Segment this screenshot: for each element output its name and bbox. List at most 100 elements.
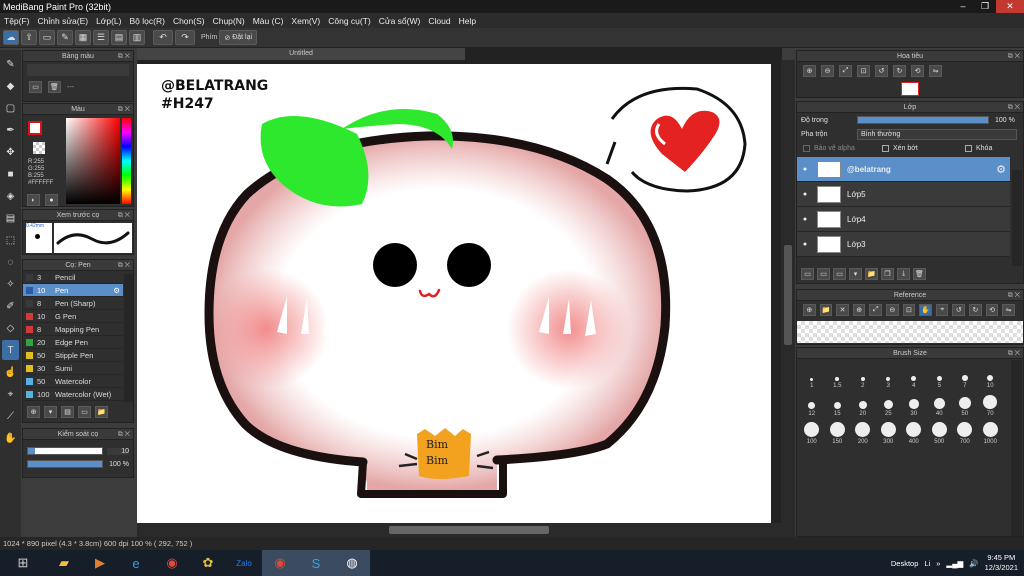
ref-flip-icon[interactable]: ⇋ — [1002, 304, 1015, 316]
gear-icon[interactable]: ⚙ — [113, 286, 120, 295]
clock[interactable]: 9:45 PM 12/3/2021 — [985, 553, 1018, 573]
bucket-tool-icon[interactable]: ◈ — [2, 186, 19, 206]
menu-tools[interactable]: Công cụ(T) — [324, 16, 375, 26]
internet-explorer-icon[interactable]: e — [118, 550, 154, 576]
menu-select[interactable]: Chọn(S) — [169, 16, 209, 26]
flip-icon[interactable]: ⇋ — [929, 65, 942, 77]
menu-capture[interactable]: Chụp(N) — [209, 16, 249, 26]
brush-scrollbar[interactable] — [124, 274, 133, 402]
brush-size-cell[interactable]: 1000 — [978, 421, 1004, 445]
brush-item[interactable]: 20 Edge Pen — [23, 336, 123, 349]
brush-menu-icon[interactable]: ▾ — [44, 406, 57, 418]
gear-icon[interactable]: ⚙ — [996, 163, 1006, 176]
ref-actual-size-icon[interactable]: ⊡ — [902, 304, 916, 316]
layout-icon[interactable]: ▥ — [129, 30, 145, 45]
delete-palette-icon[interactable]: 🗑 — [48, 81, 61, 93]
layer-menu-icon[interactable]: ▾ — [849, 268, 862, 280]
hscroll-thumb[interactable] — [389, 526, 549, 534]
ref-zoom-out-icon[interactable]: ⊖ — [886, 304, 899, 316]
zoom-in-icon[interactable]: ⊕ — [803, 65, 816, 77]
brush-size-cell[interactable]: 100 — [799, 421, 825, 445]
ref-eyedropper-icon[interactable]: ⌖ — [935, 304, 949, 316]
add-palette-icon[interactable]: ▭ — [29, 81, 42, 93]
eraser-tool-icon[interactable]: ◆ — [2, 76, 19, 96]
menu-layer[interactable]: Lớp(L) — [92, 16, 125, 26]
blend-mode-select[interactable]: Bình thường — [857, 128, 1017, 140]
layer-folder-icon[interactable]: 📁 — [865, 268, 878, 280]
brush-settings-icon[interactable]: ▤ — [61, 406, 74, 418]
ref-open-icon[interactable]: ⊕ — [803, 304, 816, 316]
drawing-canvas[interactable]: @BELATRANG #H247 Bim Bim — [137, 64, 771, 523]
select-pen-icon[interactable]: ✐ — [2, 296, 19, 316]
desktop-toolbar-label[interactable]: Desktop — [891, 559, 919, 568]
canvas-hscroll[interactable] — [137, 523, 782, 537]
ref-folder-icon[interactable]: 📁 — [819, 304, 833, 316]
chrome-active-icon[interactable]: ◉ — [262, 550, 298, 576]
ref-rotate-left-icon[interactable]: ↺ — [952, 304, 966, 316]
brush-item[interactable]: 50 Watercolor — [23, 375, 123, 388]
panel-pin-icon[interactable]: ⧉ ✕ — [1008, 51, 1020, 62]
brush-size-cell[interactable]: 1 — [799, 365, 825, 389]
ref-reset-icon[interactable]: ⟲ — [985, 304, 999, 316]
reset-rotation-icon[interactable]: ⟲ — [911, 65, 924, 77]
panel-pin-icon[interactable]: ⧉ ✕ — [118, 51, 130, 62]
saturation-square[interactable] — [66, 118, 120, 204]
brush-size-cell[interactable]: 50 — [952, 393, 978, 417]
move-tool-icon[interactable]: ✥ — [2, 142, 19, 162]
fit-icon[interactable]: ⤢ — [839, 65, 852, 77]
brush-item[interactable]: 8 Mapping Pen — [23, 323, 123, 336]
zoom-out-icon[interactable]: ⊖ — [821, 65, 834, 77]
page-icon[interactable]: ▤ — [111, 30, 127, 45]
menu-edit[interactable]: Chỉnh sửa(E) — [34, 16, 93, 26]
ref-rotate-right-icon[interactable]: ↻ — [969, 304, 982, 316]
brush-size-cell[interactable]: 2 — [850, 365, 876, 389]
minimize-icon[interactable]: – — [952, 0, 974, 13]
brush-size-cell[interactable]: 25 — [876, 393, 902, 417]
file-explorer-icon[interactable]: ▰ — [46, 550, 82, 576]
comment-icon[interactable]: ✎ — [57, 30, 73, 45]
layer-row[interactable]: ● @belatrang ⚙ — [797, 157, 1010, 182]
magic-wand-icon[interactable]: ✧ — [2, 274, 19, 294]
brush-item[interactable]: 50 Stipple Pen — [23, 349, 123, 362]
network-icon[interactable]: ▂▄▆ — [946, 559, 963, 568]
layer-row[interactable]: ● Lớp3 — [797, 232, 1010, 257]
reference-viewer[interactable] — [797, 321, 1023, 343]
brush-item[interactable]: 8 Pen (Sharp) — [23, 297, 123, 310]
panel-pin-icon[interactable]: ⧉ ✕ — [1008, 290, 1020, 301]
paint-icon[interactable]: ✿ — [190, 550, 226, 576]
visibility-icon[interactable]: ● — [797, 166, 813, 173]
brush-item[interactable]: 3 Pencil — [23, 271, 123, 284]
brush-size-cell[interactable]: 40 — [927, 393, 953, 417]
brush-opacity-slider[interactable] — [27, 460, 103, 468]
brush-size-cell[interactable]: 3 — [876, 365, 902, 389]
menu-view[interactable]: Xem(V) — [287, 16, 324, 26]
layer-scrollbar[interactable] — [1012, 170, 1022, 266]
brush-copy-icon[interactable]: ▭ — [78, 406, 91, 418]
new-file-icon[interactable]: ▭ — [39, 30, 55, 45]
text-tool-icon[interactable]: T — [2, 340, 19, 360]
brush-tool-icon[interactable]: ✎ — [2, 54, 19, 74]
brush-size-cell[interactable]: 200 — [850, 421, 876, 445]
start-icon[interactable]: ⊞ — [0, 550, 46, 576]
layer-row[interactable]: ● Lớp5 — [797, 182, 1010, 207]
cloud-icon[interactable]: ☁ — [3, 30, 19, 45]
duplicate-layer-icon[interactable]: ❐ — [881, 268, 894, 280]
operation-tool-icon[interactable]: ☝ — [2, 362, 19, 382]
document-tab[interactable]: Untitled — [137, 48, 465, 60]
brush-size-slider[interactable] — [27, 447, 103, 455]
ruler-tool-icon[interactable]: ⟋ — [2, 406, 19, 426]
brush-item[interactable]: 10 G Pen — [23, 310, 123, 323]
brush-size-cell[interactable]: 150 — [825, 421, 851, 445]
layer-row[interactable]: ● Lớp4 — [797, 207, 1010, 232]
brush-size-cell[interactable]: 10 — [978, 365, 1004, 389]
lock-checkbox[interactable] — [965, 144, 972, 152]
panel-pin-icon[interactable]: ⧉ ✕ — [118, 104, 130, 115]
visibility-icon[interactable]: ● — [797, 191, 813, 198]
eyedropper-icon[interactable]: ⌖ — [2, 384, 19, 404]
rect-tool-icon[interactable]: ▢ — [2, 98, 19, 118]
brush-folder-icon[interactable]: 📁 — [95, 406, 108, 418]
menu-filter[interactable]: Bộ lọc(R) — [126, 16, 169, 26]
chrome-icon[interactable]: ◉ — [154, 550, 190, 576]
panel-pin-icon[interactable]: ⧉ ✕ — [118, 260, 130, 271]
visibility-icon[interactable]: ● — [797, 241, 813, 248]
